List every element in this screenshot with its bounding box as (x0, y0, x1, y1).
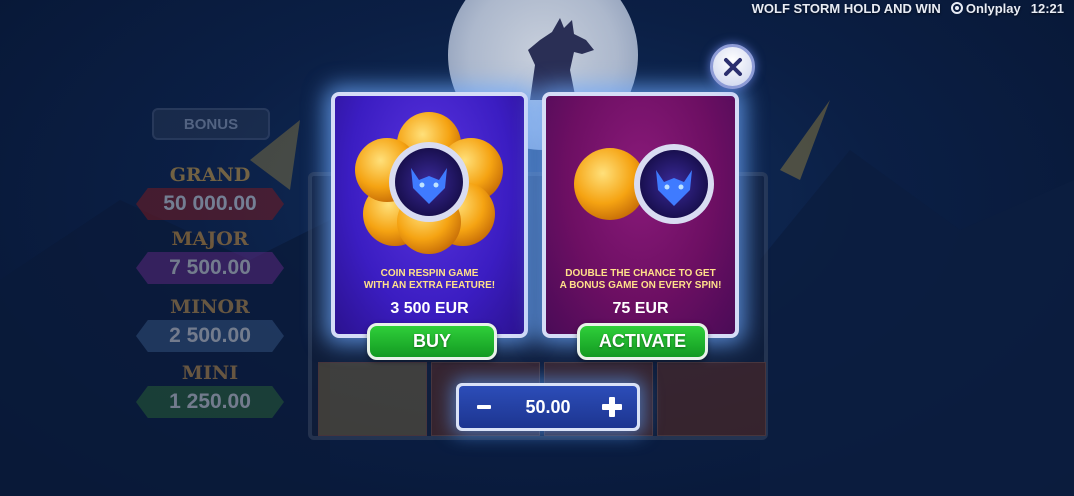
decrease-bet-button[interactable] (471, 394, 497, 420)
clock: 12:21 (1030, 0, 1064, 16)
jackpot-major: MAJOR 7 500.00 (130, 228, 290, 288)
jackpot-grand-name: GRAND (169, 164, 251, 186)
bet-stepper-inner: 50.00 (459, 386, 637, 428)
jackpot-minor-name: MINOR (170, 296, 250, 318)
jackpot-major-name: MAJOR (171, 228, 249, 250)
offer-card-double-chance: DOUBLE THE CHANCE TO GET A BONUS GAME ON… (542, 92, 739, 338)
jackpot-grand: GRAND 50 000.00 (130, 164, 290, 224)
close-icon (723, 57, 742, 76)
game-title: WOLF STORM HOLD AND WIN (751, 0, 941, 16)
activate-button[interactable]: ACTIVATE (577, 323, 708, 360)
jackpot-major-value: 7 500.00 (136, 252, 284, 284)
jackpot-minor: MINOR 2 500.00 (130, 296, 290, 356)
minus-icon (477, 405, 491, 409)
increase-bet-button[interactable] (599, 394, 625, 420)
close-button[interactable] (710, 44, 755, 89)
top-status-bar: WOLF STORM HOLD AND WIN Onlyplay 12:21 (752, 0, 1074, 16)
brand-label: Onlyplay (965, 0, 1021, 16)
bonus-tag: BONUS (152, 108, 270, 140)
offer-description: DOUBLE THE CHANCE TO GET A BONUS GAME ON… (559, 268, 722, 291)
jackpot-mini-name: MINI (181, 362, 239, 384)
jackpot-grand-value: 50 000.00 (136, 188, 284, 220)
onlyplay-logo-icon (950, 2, 963, 14)
plus-icon (601, 397, 622, 417)
jackpot-mini-value: 1 250.00 (136, 386, 284, 418)
buy-button[interactable]: BUY (367, 323, 497, 360)
bet-value: 50.00 (525, 396, 571, 417)
offer-card-coin-respin: COIN RESPIN GAME WITH AN EXTRA FEATURE! … (331, 92, 528, 338)
jackpot-minor-value: 2 500.00 (136, 320, 284, 352)
provider-brand: Onlyplay (950, 0, 1021, 16)
jackpot-mini: MINI 1 250.00 (130, 362, 290, 422)
deer-symbol-icon (657, 362, 766, 436)
bet-stepper: 50.00 (456, 383, 640, 431)
offer-price: 75 EUR (612, 300, 669, 317)
offer-description: COIN RESPIN GAME WITH AN EXTRA FEATURE! (363, 268, 496, 291)
lynx-symbol-icon (318, 362, 427, 436)
offer-price: 3 500 EUR (390, 300, 469, 317)
